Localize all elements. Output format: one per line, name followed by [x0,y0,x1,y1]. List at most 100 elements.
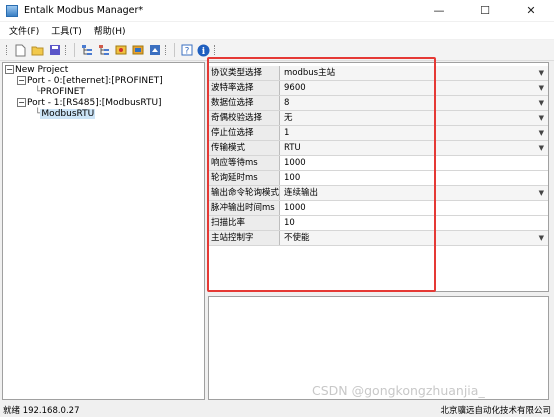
prop-name: 轮询延时ms [209,171,280,185]
prop-value: 9600 [284,83,306,93]
menu-tools[interactable]: 工具(T) [45,24,88,37]
prop-row-master-control: 主站控制字 不使能 ▼ [209,231,548,246]
close-button[interactable]: ✕ [508,0,554,21]
master-control-select[interactable]: 不使能 ▼ [280,231,548,245]
collapse-toggle-icon[interactable]: − [5,65,14,74]
prop-name: 主站控制字 [209,231,280,245]
prop-value: RTU [284,143,301,153]
prop-name: 奇偶校验选择 [209,111,280,125]
baud-rate-select[interactable]: 9600 ▼ [280,81,548,95]
prop-row-pulse-time: 脉冲输出时间ms 1000 [209,201,548,216]
status-bar: 就绪 192.168.0.27 北京骥远自动化技术有限公司 [0,402,554,417]
scan-ratio-field[interactable]: 10 [280,216,548,230]
menu-file[interactable]: 文件(F) [3,24,45,37]
tree-node-root[interactable]: − New Project [5,65,202,76]
tree-node-port1[interactable]: − Port - 1:[RS485]:[ModbusRTU] [5,98,202,109]
prop-name: 传输模式 [209,141,280,155]
tree-node-label: ModbusRTU [40,109,96,119]
tree-node-label: New Project [15,65,69,75]
menu-bar: 文件(F) 工具(T) 帮助(H) [0,22,554,39]
prop-value: 1 [284,128,290,138]
prop-row-databits: 数据位选择 8 ▼ [209,96,548,111]
prop-value: 无 [284,113,293,123]
app-icon [6,4,18,17]
prop-value: 8 [284,98,290,108]
prop-name: 输出命令轮询模式 [209,186,280,200]
prop-name: 扫描比率 [209,216,280,230]
protocol-select[interactable]: modbus主站 ▼ [280,66,548,80]
new-file-icon[interactable] [14,44,27,57]
property-grid: 协议类型选择 modbus主站 ▼ 波特率选择 9600 ▼ 数据位选择 8 ▼ 奇偶… [208,62,549,292]
status-ready-ip: 就绪 192.168.0.27 [3,405,80,416]
chevron-down-icon[interactable]: ▼ [539,111,544,125]
tree-node-label: Port - 0:[ethernet]:[PROFINET] [27,76,163,86]
prop-row-stopbits: 停止位选择 1 ▼ [209,126,548,141]
device-add-icon[interactable] [114,44,127,57]
prop-row-poll-delay: 轮询延时ms 100 [209,171,548,186]
prop-name: 停止位选择 [209,126,280,140]
prop-row-protocol: 协议类型选择 modbus主站 ▼ [209,66,548,81]
chevron-down-icon[interactable]: ▼ [539,231,544,245]
tree-node-profinet[interactable]: └PROFINET [5,87,202,98]
pulse-time-field[interactable]: 1000 [280,201,548,215]
window-title: Entalk Modbus Manager* [24,5,144,16]
prop-row-scan-ratio: 扫描比率 10 [209,216,548,231]
status-company: 北京骥远自动化技术有限公司 [440,405,551,416]
chevron-down-icon[interactable]: ▼ [539,141,544,155]
tree-remove-icon[interactable] [97,44,110,57]
download-icon[interactable] [148,44,161,57]
toolbar-grip-4[interactable] [214,45,218,55]
toolbar-separator-2 [174,43,175,57]
window-controls: — ☐ ✕ [416,0,554,21]
prop-value: 不使能 [284,233,310,243]
transport-mode-select[interactable]: RTU ▼ [280,141,548,155]
data-bits-select[interactable]: 8 ▼ [280,96,548,110]
watermark: CSDN @gongkongzhuanjia_ [312,383,485,398]
project-tree: − New Project − Port - 0:[ethernet]:[PROFI… [2,62,205,400]
prop-name: 波特率选择 [209,81,280,95]
prop-name: 协议类型选择 [209,66,280,80]
parity-select[interactable]: 无 ▼ [280,111,548,125]
tree-node-modbusrtu[interactable]: └ModbusRTU [5,109,202,120]
toolbar-separator [74,43,75,57]
prop-name: 数据位选择 [209,96,280,110]
prop-row-output-mode: 输出命令轮询模式 连续输出 ▼ [209,186,548,201]
stop-bits-select[interactable]: 1 ▼ [280,126,548,140]
collapse-toggle-icon[interactable]: − [17,76,26,85]
prop-value: modbus主站 [284,68,336,78]
chevron-down-icon[interactable]: ▼ [539,96,544,110]
prop-name: 响应等待ms [209,156,280,170]
chevron-down-icon[interactable]: ▼ [539,126,544,140]
svg-text:i: i [202,47,206,57]
prop-name: 脉冲输出时间ms [209,201,280,215]
minimize-button[interactable]: — [416,0,462,21]
tree-node-label: Port - 1:[RS485]:[ModbusRTU] [27,98,162,108]
svg-text:?: ? [184,47,189,57]
toolbar-grip[interactable] [6,45,10,55]
title-bar: Entalk Modbus Manager* — ☐ ✕ [0,0,554,21]
tree-node-label: PROFINET [40,87,85,97]
prop-row-baud: 波特率选择 9600 ▼ [209,81,548,96]
prop-row-transport: 传输模式 RTU ▼ [209,141,548,156]
chevron-down-icon[interactable]: ▼ [539,66,544,80]
info-icon[interactable]: i [197,44,210,57]
menu-help[interactable]: 帮助(H) [88,24,132,37]
poll-delay-field[interactable]: 100 [280,171,548,185]
chevron-down-icon[interactable]: ▼ [539,186,544,200]
toolbar-grip-3[interactable] [165,45,169,55]
chevron-down-icon[interactable]: ▼ [539,81,544,95]
prop-value: 连续输出 [284,188,319,198]
response-wait-field[interactable]: 1000 [280,156,548,170]
toolbar: ? i [0,40,554,61]
toolbar-grip-2[interactable] [65,45,69,55]
tree-node-port0[interactable]: − Port - 0:[ethernet]:[PROFINET] [5,76,202,87]
device-config-icon[interactable] [131,44,144,57]
output-poll-mode-select[interactable]: 连续输出 ▼ [280,186,548,200]
prop-row-response-wait: 响应等待ms 1000 [209,156,548,171]
tree-add-icon[interactable] [80,44,93,57]
maximize-button[interactable]: ☐ [462,0,508,21]
help-icon[interactable]: ? [180,44,193,57]
open-folder-icon[interactable] [31,44,44,57]
collapse-toggle-icon[interactable]: − [17,98,26,107]
save-icon[interactable] [48,44,61,57]
